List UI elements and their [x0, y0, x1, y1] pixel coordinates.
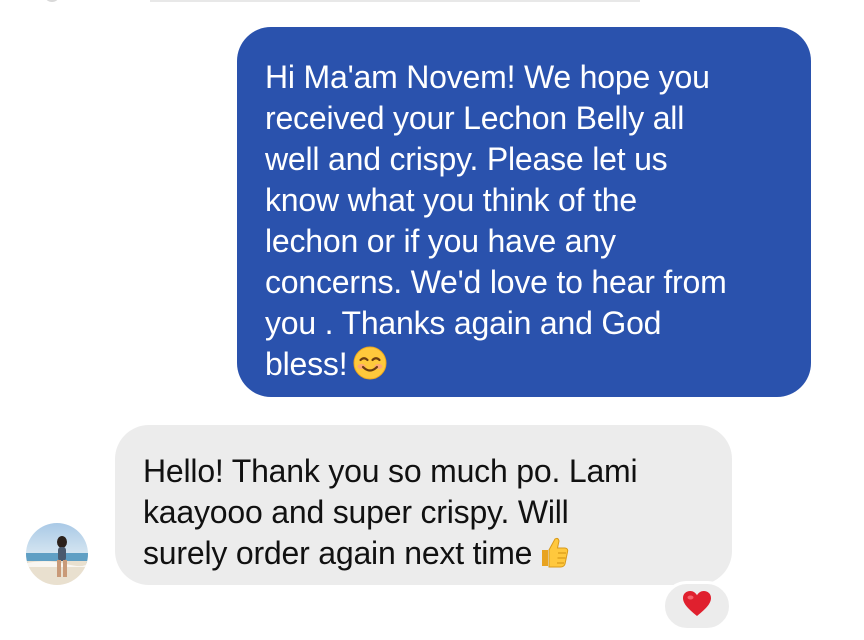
- outgoing-message-line: well and crispy. Please let us: [265, 141, 668, 177]
- thumbs-up-icon: [538, 535, 570, 579]
- incoming-message-line: surely order again next time: [143, 535, 533, 571]
- outgoing-message-line: received your Lechon Belly all: [265, 100, 685, 136]
- message-reaction[interactable]: [662, 581, 732, 631]
- previous-message-edge: [150, 0, 640, 2]
- incoming-message-bubble[interactable]: Hello! Thank you so much po. Lami kaayoo…: [115, 425, 732, 585]
- red-heart-icon: [682, 590, 712, 623]
- smiling-face-icon: [353, 346, 387, 390]
- incoming-message-line-last: surely order again next time: [143, 533, 708, 579]
- chat-thread: Hi Ma'am Novem! We hope you received you…: [0, 0, 864, 640]
- outgoing-message-line: know what you think of the: [265, 182, 637, 218]
- outgoing-message-line: you . Thanks again and God: [265, 305, 662, 341]
- incoming-message-line: kaayooo and super crispy. Will: [143, 494, 569, 530]
- outgoing-message-line-last: bless!: [265, 344, 785, 390]
- outgoing-message-bubble[interactable]: Hi Ma'am Novem! We hope you received you…: [237, 27, 811, 397]
- incoming-message-line: Hello! Thank you so much po. Lami: [143, 453, 638, 489]
- outgoing-message-line: bless!: [265, 346, 348, 382]
- outgoing-message-line: concerns. We'd love to hear from: [265, 264, 727, 300]
- avatar[interactable]: [26, 523, 88, 585]
- outgoing-message-line: Hi Ma'am Novem! We hope you: [265, 59, 710, 95]
- outgoing-message-line: lechon or if you have any: [265, 223, 616, 259]
- previous-avatar-edge: [44, 0, 60, 2]
